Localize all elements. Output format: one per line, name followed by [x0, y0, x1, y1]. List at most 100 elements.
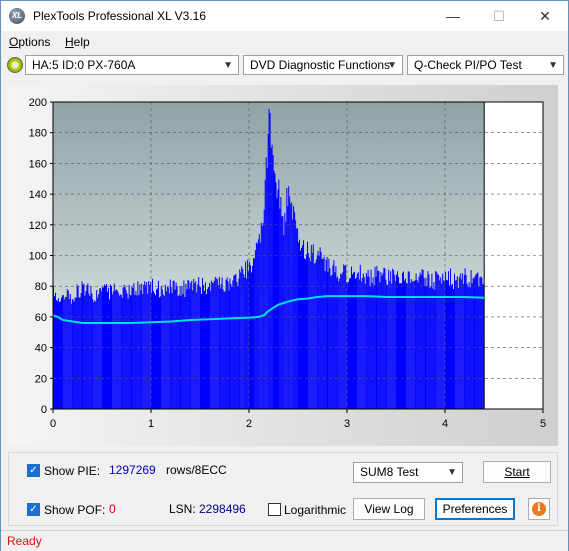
pie-bar [468, 282, 470, 409]
pie-bar [136, 295, 138, 409]
show-pie-checkbox[interactable]: ✓ [27, 464, 40, 477]
pie-bar [188, 280, 190, 409]
pie-bar [178, 294, 180, 409]
pie-bar [103, 287, 104, 409]
pie-bar [252, 265, 253, 409]
pie-bar [263, 209, 265, 409]
pie-bar [147, 293, 149, 409]
pie-bar [294, 211, 296, 409]
start-button-label: Start [504, 465, 530, 479]
function-select[interactable]: DVD Diagnostic Functions ▼ [243, 55, 403, 75]
pie-bar [256, 243, 258, 409]
pie-bar [446, 279, 447, 409]
pie-bar [85, 291, 87, 409]
pie-bar [321, 258, 323, 409]
pie-bar [356, 273, 358, 409]
pie-bar [64, 296, 66, 409]
view-log-button[interactable]: View Log [353, 498, 425, 520]
maximize-button[interactable]: ☐ [476, 1, 522, 31]
x-tick-label: 4 [442, 418, 448, 430]
pie-bar [401, 283, 402, 409]
pie-bar [142, 293, 144, 409]
pie-bar [319, 247, 321, 409]
pie-bar [443, 280, 445, 409]
pie-bar [241, 266, 243, 409]
pie-bar [273, 170, 275, 409]
info-button[interactable]: i [528, 498, 550, 520]
show-pof-checkbox[interactable]: ✓ [27, 503, 40, 516]
pie-bar [459, 273, 461, 409]
pie-bar [312, 244, 314, 409]
pie-bar [406, 283, 408, 409]
pie-bar [270, 147, 272, 409]
menu-options[interactable]: Options [9, 35, 50, 49]
pie-bar [475, 274, 477, 409]
pie-bar [377, 271, 379, 409]
pie-bar [292, 219, 294, 409]
pie-bar [206, 294, 207, 409]
pie-bar [282, 215, 284, 409]
pie-bar [214, 277, 216, 409]
pie-bar [461, 273, 463, 409]
pie-bar [100, 288, 102, 409]
drive-select[interactable]: HA:5 ID:0 PX-760A ▼ [25, 55, 239, 75]
pie-bar [261, 225, 263, 409]
pie-bar [462, 284, 464, 409]
pie-bar [422, 270, 424, 409]
pie-bar [212, 282, 214, 409]
chevron-down-icon: ▼ [447, 467, 457, 478]
menu-help[interactable]: Help [65, 35, 90, 49]
pie-bar [284, 212, 286, 409]
pie-bar [149, 284, 151, 409]
pie-bar [66, 289, 68, 409]
pie-bar [417, 282, 419, 409]
y-tick-label: 180 [29, 128, 47, 140]
pie-bar [466, 283, 468, 409]
pie-bar [194, 283, 196, 409]
pie-bar [255, 242, 257, 409]
pie-bar [265, 157, 267, 409]
pie-bar [362, 273, 364, 409]
pie-bar [128, 284, 130, 409]
pie-bar [391, 283, 393, 409]
preferences-button[interactable]: Preferences [435, 498, 515, 520]
pie-bar [279, 208, 281, 409]
pie-bar [344, 265, 346, 409]
pie-bar [308, 257, 310, 409]
show-pie-label: Show PIE: [44, 464, 101, 478]
pie-bar [217, 285, 219, 409]
pie-bar [54, 296, 55, 409]
minimize-button[interactable]: — [430, 1, 476, 31]
pie-bar [394, 275, 396, 409]
pie-bar [207, 288, 208, 409]
pie-bar [428, 274, 430, 409]
pie-bar [96, 290, 98, 409]
close-button[interactable]: ✕ [522, 1, 568, 31]
start-button[interactable]: Start [483, 461, 551, 483]
pie-bar [75, 297, 77, 409]
pie-bar [226, 277, 228, 409]
pie-bar [253, 258, 255, 409]
pie-bar [403, 271, 404, 409]
sum8-test-select[interactable]: SUM8 Test ▼ [353, 462, 463, 483]
pie-bar [470, 270, 472, 409]
pie-bar [303, 240, 304, 409]
pie-bar [411, 281, 413, 409]
pie-bar [209, 290, 211, 409]
lsn-value: 2298496 [199, 502, 246, 516]
pie-bar [339, 278, 341, 409]
pie-bar [152, 278, 153, 409]
pie-bar [153, 290, 154, 409]
x-tick-label: 0 [50, 418, 56, 430]
pie-bar [374, 266, 376, 409]
function-select-value: DVD Diagnostic Functions [250, 58, 391, 72]
pie-bar [405, 282, 407, 409]
pie-bar [464, 268, 466, 409]
test-select[interactable]: Q-Check PI/PO Test ▼ [407, 55, 564, 75]
pie-bar [296, 228, 298, 409]
pie-bar [133, 283, 135, 409]
pie-bar [474, 276, 476, 409]
logarithmic-checkbox[interactable] [268, 503, 281, 516]
pie-bar [224, 291, 226, 409]
pie-bar [162, 294, 164, 409]
